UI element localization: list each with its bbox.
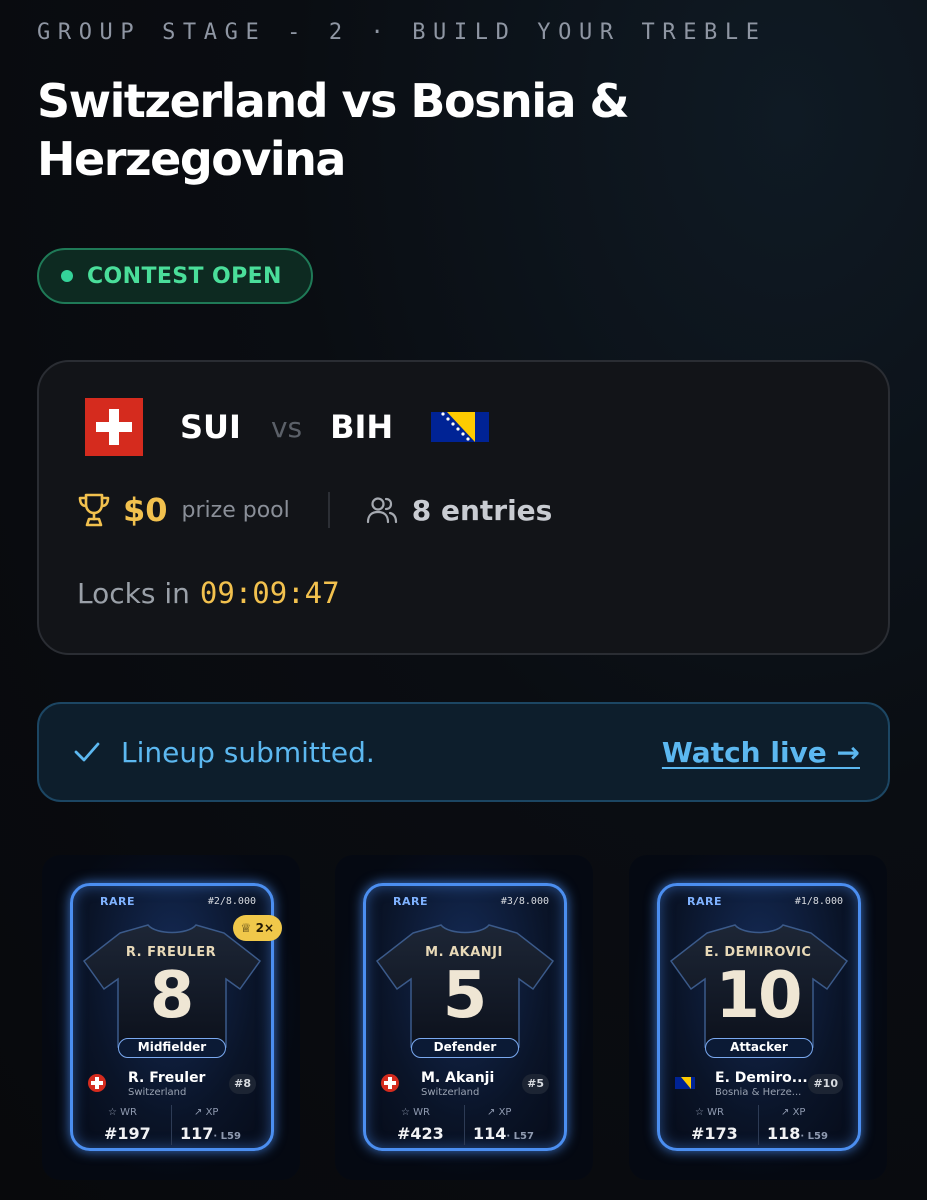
position-badge: Midfielder (118, 1038, 226, 1058)
player-card[interactable]: RARE #3/8.000 M. AKANJI 5 Defender M. Ak… (335, 855, 593, 1180)
player-country: Switzerland (421, 1087, 480, 1098)
xp-stat-label: ↗ XP (781, 1107, 805, 1118)
match-card: SUI vs BIH $0 prize pool 8 entries Locks… (37, 360, 890, 655)
xp-stat-label: ↗ XP (487, 1107, 511, 1118)
entries-count: 8 entries (411, 493, 553, 527)
xp-stat-value: 118· L59 (767, 1124, 828, 1143)
status-text: CONTEST OPEN (87, 263, 282, 289)
player-name: E. Demiro... (715, 1070, 808, 1086)
switzerland-flag-icon (88, 1074, 106, 1092)
home-team-code: SUI (180, 408, 241, 446)
locks-timer: 09:09:47 (199, 576, 340, 610)
wr-label-text: WR (413, 1107, 430, 1118)
position-badge: Attacker (705, 1038, 813, 1058)
xp-value: 117 (180, 1124, 214, 1143)
card-serial: #1/8.000 (794, 896, 843, 907)
xp-stat-label: ↗ XP (194, 1107, 218, 1118)
banner-message: Lineup submitted. (121, 736, 375, 769)
stat-divider (758, 1105, 759, 1145)
wr-stat-value: #423 (397, 1124, 444, 1143)
trend-icon: ↗ (194, 1107, 203, 1118)
xp-stat-value: 117· L59 (180, 1124, 241, 1143)
trend-icon: ↗ (781, 1107, 790, 1118)
player-card[interactable]: RARE #1/8.000 E. DEMIROVIC 10 Attacker E… (629, 855, 887, 1180)
wr-stat-label: ☆ WR (695, 1107, 724, 1118)
player-country: Switzerland (128, 1087, 187, 1098)
prize-label: prize pool (181, 497, 290, 523)
xp-level: · L59 (800, 1131, 828, 1142)
away-team-code: BIH (330, 408, 394, 446)
trend-icon: ↗ (487, 1107, 496, 1118)
player-name: R. Freuler (128, 1070, 206, 1086)
wr-stat-label: ☆ WR (108, 1107, 137, 1118)
users-icon (366, 497, 397, 524)
xp-stat-value: 114· L57 (473, 1124, 534, 1143)
card-number: 10 (715, 959, 802, 1033)
xp-level: · L57 (506, 1131, 534, 1142)
switzerland-flag-icon (85, 398, 143, 456)
wr-stat-label: ☆ WR (401, 1107, 430, 1118)
stat-divider (464, 1105, 465, 1145)
card-short-name: R. FREULER (125, 945, 217, 960)
prize-amount: $0 (123, 491, 168, 529)
wr-stat-value: #173 (691, 1124, 738, 1143)
contest-stats-row: $0 prize pool 8 entries (77, 488, 552, 532)
vs-label: vs (270, 410, 303, 444)
eyebrow-label: GROUP STAGE - 2 · BUILD YOUR TREBLE (37, 20, 767, 45)
xp-value: 118 (767, 1124, 801, 1143)
status-dot-icon (61, 270, 73, 282)
jersey-number-badge: #8 (229, 1074, 256, 1094)
wr-label-text: WR (120, 1107, 137, 1118)
star-icon: ☆ (108, 1107, 117, 1118)
star-icon: ☆ (401, 1107, 410, 1118)
player-card[interactable]: RARE #2/8.000 R. FREULER 8 Midfielder ♕ … (42, 855, 300, 1180)
position-badge: Defender (411, 1038, 519, 1058)
page-title: Switzerland vs Bosnia & Herzegovina (37, 74, 630, 186)
stats-divider (327, 492, 330, 528)
card-number: 5 (442, 959, 488, 1033)
card-serial: #3/8.000 (500, 896, 549, 907)
card-short-name: E. DEMIROVIC (704, 945, 812, 960)
lineup-submitted-banner: Lineup submitted. Watch live → (37, 702, 890, 802)
multiplier-value: 2× (255, 921, 274, 935)
check-icon (74, 742, 100, 762)
watch-live-link[interactable]: Watch live → (662, 736, 860, 769)
card-number: 8 (149, 959, 195, 1033)
locks-countdown: Locks in 09:09:47 (77, 576, 340, 610)
teams-row: SUI vs BIH (85, 398, 490, 456)
contest-status-badge: CONTEST OPEN (37, 248, 313, 304)
card-rarity: RARE (100, 895, 135, 908)
card-rarity: RARE (687, 895, 722, 908)
trophy-icon (78, 493, 110, 527)
stat-divider (171, 1105, 172, 1145)
jersey-number-badge: #10 (808, 1074, 843, 1094)
crown-icon: ♕ (240, 921, 252, 935)
switzerland-flag-icon (381, 1074, 399, 1092)
player-country: Bosnia & Herze... (715, 1087, 802, 1098)
card-serial: #2/8.000 (207, 896, 256, 907)
xp-label-text: XP (205, 1107, 219, 1118)
locks-label: Locks in (77, 577, 190, 610)
xp-label-text: XP (498, 1107, 512, 1118)
card-short-name: M. AKANJI (425, 945, 503, 960)
multiplier-badge: ♕ 2× (232, 915, 282, 941)
wr-label-text: WR (707, 1107, 724, 1118)
xp-level: · L59 (213, 1131, 241, 1142)
xp-value: 114 (473, 1124, 507, 1143)
wr-stat-value: #197 (104, 1124, 151, 1143)
star-icon: ☆ (695, 1107, 704, 1118)
bosnia-flag-icon (431, 412, 490, 442)
bosnia-flag-icon (675, 1077, 695, 1089)
card-rarity: RARE (393, 895, 428, 908)
jersey-number-badge: #5 (522, 1074, 549, 1094)
xp-label-text: XP (792, 1107, 806, 1118)
player-name: M. Akanji (421, 1070, 495, 1086)
